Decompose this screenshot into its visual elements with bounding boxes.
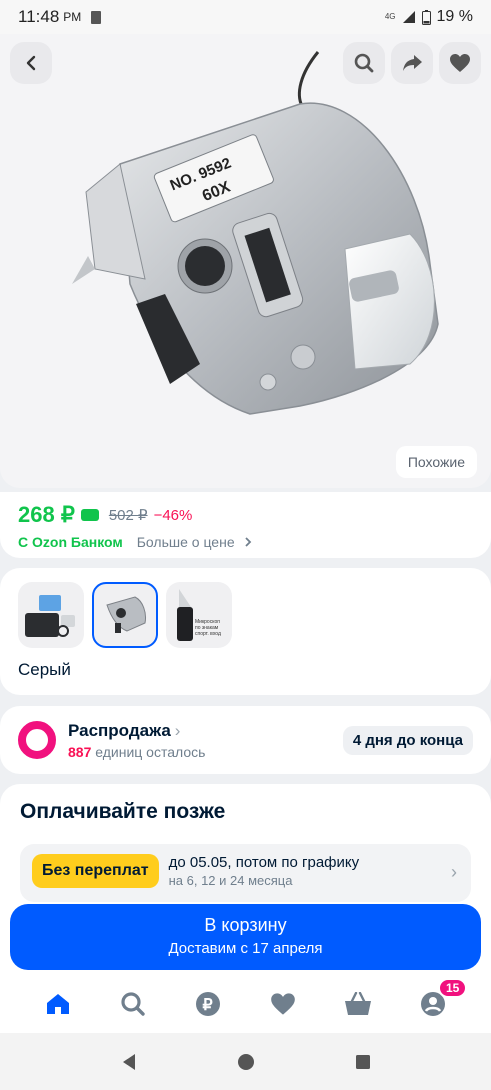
search-button[interactable] — [343, 42, 385, 84]
search-icon — [121, 992, 145, 1016]
product-image: NO. 9592 60X — [72, 51, 439, 415]
more-about-price-label: Больше о цене — [136, 534, 235, 550]
variant-image — [25, 595, 75, 637]
favorite-button[interactable] — [439, 42, 481, 84]
color-variants-card: Микроскоп по знакам спорт. вход Серый — [0, 568, 491, 695]
basket-icon — [345, 992, 372, 1015]
ozon-bank-label[interactable]: С Ozon Банком — [18, 534, 123, 550]
home-icon — [46, 994, 69, 1014]
more-about-price-link[interactable]: Больше о цене — [137, 534, 253, 550]
sale-title-text: Распродажа — [68, 720, 171, 740]
installment-terms: на 6, 12 и 24 месяца — [168, 873, 293, 888]
variant-thumb-bundle[interactable]: Микроскоп по знакам спорт. вход — [166, 582, 232, 648]
product-image-gallery[interactable]: NO. 9592 60X Похожие — [0, 34, 491, 488]
svg-text:₽: ₽ — [202, 997, 212, 1014]
network-label: 4G — [384, 12, 396, 21]
installment-option[interactable]: Без переплат до 05.05, потом по графику … — [20, 844, 471, 902]
add-to-cart-button[interactable]: В корзину Доставим с 17 апреля — [10, 904, 481, 970]
sale-title: Распродажа › — [68, 721, 205, 741]
variant-image — [106, 596, 146, 633]
search-icon — [354, 53, 374, 73]
ozon-card-icon — [80, 509, 99, 521]
cart-count-badge: 15 — [438, 978, 468, 998]
old-price: 502 ₽ — [108, 507, 148, 524]
back-button[interactable] — [10, 42, 52, 84]
status-time: 11:48 — [18, 7, 60, 26]
bottom-navigation: ₽ 15 — [0, 975, 491, 1033]
similar-products-button[interactable]: Похожие — [395, 446, 477, 478]
svg-text:спорт. вход: спорт. вход — [195, 631, 221, 637]
share-icon — [403, 55, 422, 71]
chevron-left-icon — [26, 55, 36, 71]
battery-icon — [421, 9, 431, 25]
no-overpayment-badge: Без переплат — [32, 854, 159, 888]
status-bar: 11:48 PM 4G 19 % — [0, 0, 491, 34]
remaining-count: 887 — [68, 743, 92, 760]
variant-image: Микроскоп по знакам спорт. вход — [177, 589, 221, 641]
heart-icon — [271, 993, 295, 1015]
nav-cart[interactable] — [338, 984, 378, 1024]
nav-home[interactable] — [38, 984, 78, 1024]
delivery-date-label: Доставим с 17 апреля — [168, 940, 323, 957]
nav-profile[interactable]: 15 — [413, 978, 468, 1024]
sim-icon — [91, 10, 102, 24]
system-navigation-bar — [0, 1033, 491, 1090]
discount-badge: −46% — [153, 506, 193, 524]
chevron-right-icon: › — [451, 862, 457, 882]
nav-finance[interactable]: ₽ — [188, 984, 228, 1024]
heart-icon — [450, 54, 470, 72]
pay-later-title: Оплачивайте позже — [20, 800, 226, 823]
back-triangle-icon[interactable] — [119, 1052, 139, 1072]
ruble-icon: ₽ — [195, 992, 220, 1016]
sale-icon — [18, 721, 56, 759]
variant-thumb-black[interactable] — [18, 582, 84, 648]
home-circle-icon[interactable] — [236, 1052, 256, 1072]
selected-color-label: Серый — [18, 660, 71, 679]
battery-level: 19 % — [436, 8, 473, 25]
price-card: 268 ₽ 502 ₽ −46% С Ozon Банком Больше о … — [0, 492, 491, 558]
nav-search[interactable] — [113, 984, 153, 1024]
installment-schedule: до 05.05, потом по графику — [168, 854, 360, 871]
chevron-right-icon — [244, 537, 251, 547]
status-ampm: PM — [63, 10, 82, 24]
sale-remaining: 887 единиц осталось — [68, 744, 205, 760]
signal-icon — [402, 11, 415, 23]
remaining-label: единиц осталось — [95, 743, 206, 760]
variant-thumb-gray[interactable] — [92, 582, 158, 648]
add-to-cart-label: В корзину — [204, 915, 287, 935]
recents-square-icon[interactable] — [353, 1052, 373, 1072]
price-with-card: 268 ₽ — [18, 502, 75, 527]
chevron-right-icon: › — [174, 720, 181, 740]
days-left-badge: 4 дня до конца — [342, 725, 473, 755]
sale-card[interactable]: Распродажа › 887 единиц осталось 4 дня до… — [0, 706, 491, 774]
share-button[interactable] — [391, 42, 433, 84]
nav-favorites[interactable] — [263, 984, 303, 1024]
